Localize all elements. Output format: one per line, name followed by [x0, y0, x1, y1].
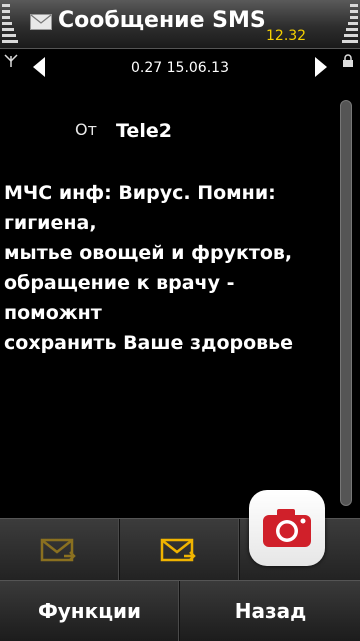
triangle-right-icon[interactable] — [314, 56, 328, 78]
signal-strength-icon — [0, 0, 22, 48]
clock: 12.32 — [266, 28, 307, 44]
message-date: 0.27 15.06.13 — [131, 60, 229, 76]
softkey-bar: Функции Назад — [0, 580, 360, 641]
from-label: От — [75, 120, 97, 139]
message-navigation: 0.27 15.06.13 — [0, 50, 360, 86]
battery-icon — [338, 0, 360, 48]
message-line: сохранить Ваше здоровье — [4, 332, 294, 354]
title-bar: Сообщение SMS 12.32 — [0, 0, 360, 49]
message-text: МЧС инф: Вирус. Помни: гигиена, мытье ов… — [4, 178, 334, 358]
options-softkey[interactable]: Функции — [0, 581, 180, 641]
page-title: Сообщение SMS — [58, 8, 266, 33]
camera-button[interactable] — [249, 490, 325, 566]
message-line: мытье овощей и фруктов, — [4, 242, 293, 264]
reply-button[interactable] — [0, 519, 120, 581]
envelope-forward-icon — [160, 538, 196, 562]
message-line: обращение к врачу - поможнт — [4, 272, 235, 324]
sender-name: Tele2 — [116, 120, 172, 142]
envelope-icon — [30, 14, 52, 30]
message-content: От Tele2 МЧС инф: Вирус. Помни: гигиена,… — [0, 88, 340, 516]
camera-icon — [263, 509, 311, 547]
scrollbar[interactable] — [340, 100, 352, 506]
triangle-left-icon[interactable] — [32, 56, 46, 78]
back-softkey[interactable]: Назад — [181, 581, 360, 641]
lock-icon — [343, 54, 353, 67]
message-line: МЧС инф: Вирус. Помни: гигиена, — [4, 182, 276, 234]
forward-button[interactable] — [120, 519, 240, 581]
antenna-icon — [4, 54, 18, 67]
envelope-reply-icon — [40, 538, 76, 562]
